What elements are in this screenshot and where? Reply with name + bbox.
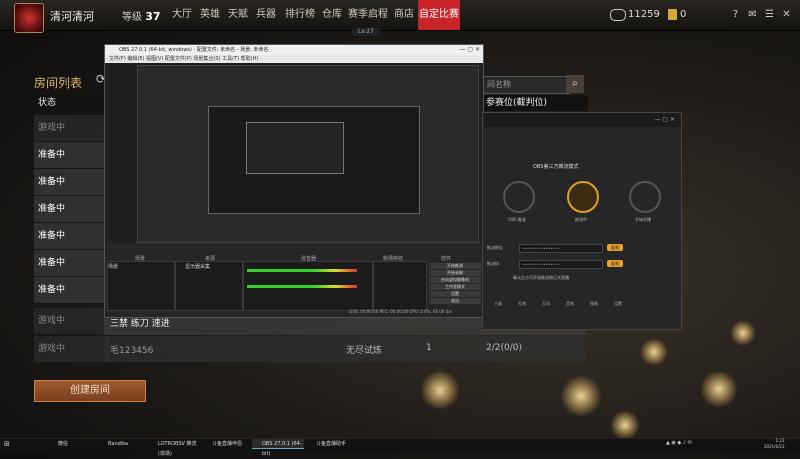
status-column-header: 状态 xyxy=(34,95,110,111)
obs-window-controls[interactable]: — ▢ ✕ xyxy=(459,46,480,53)
nested-preview xyxy=(246,122,344,174)
coin-count: 11259 xyxy=(628,9,660,20)
studio-mode-button[interactable]: 工作室模式 xyxy=(429,284,481,290)
assistant-note: 确认后方可开始推流和正式直播 xyxy=(513,275,569,280)
room-slots: 2/2(0/0) xyxy=(486,343,522,353)
nav-season[interactable]: 赛季启程 xyxy=(348,0,388,30)
system-tray[interactable]: ▲ ◉ ◆ ♪ ✉ xyxy=(666,440,692,446)
username: 清河清河 xyxy=(50,10,94,23)
nav-storage[interactable]: 仓库 xyxy=(320,0,344,30)
start-recording-button[interactable]: 开始录制 xyxy=(429,270,481,276)
gem-count: 0 xyxy=(680,9,687,20)
room-status[interactable]: 准备中 xyxy=(34,142,110,168)
taskbar-app[interactable]: 斗鱼直播伴侣 xyxy=(202,439,250,449)
nav-custom-match[interactable]: 自定比赛 xyxy=(418,0,460,30)
help-icon[interactable]: ? xyxy=(730,10,741,20)
windows-start-icon[interactable]: ⊞ xyxy=(4,440,10,448)
room-search-input[interactable]: 间名称 xyxy=(482,76,570,94)
obs-menu-bar[interactable]: 文件(F) 编辑(E) 视图(V) 配置文件(P) 场景集合(S) 工具(T) … xyxy=(105,55,483,63)
controls-panel-header: 控件 xyxy=(441,256,452,262)
taskbar-clock[interactable]: 1:22 2021/6/23 xyxy=(764,438,785,450)
room-mode: 无尽试炼 xyxy=(346,346,383,356)
copy-key-button[interactable]: 复制 xyxy=(607,260,623,267)
scene-item[interactable]: 场景 xyxy=(108,263,118,270)
room-status[interactable]: 准备中 xyxy=(34,196,110,222)
nav-talents[interactable]: 天赋 xyxy=(226,0,250,30)
exit-button[interactable]: 退出 xyxy=(429,298,481,304)
bokeh-light xyxy=(610,410,640,440)
obs-status-bar: LIVE: 00:00:00 REC: 00:00:00 CPU: 2.4%, … xyxy=(349,309,452,314)
stream-url-field[interactable]: •••••••••••••••• xyxy=(519,244,603,253)
mail-icon[interactable]: ✉ xyxy=(747,10,758,20)
start-streaming-button[interactable]: 开始推流 xyxy=(429,263,481,269)
room-player-count: 1 xyxy=(426,343,432,353)
nav-heroes[interactable]: 英雄 xyxy=(198,0,222,30)
taskbar-app[interactable]: OBS 27.0.1 (64-bit) xyxy=(252,439,304,457)
sub-level-badge: Lv.27 xyxy=(352,28,380,36)
room-status[interactable]: 准备中 xyxy=(34,277,110,303)
stream-url-label: 推流地址 xyxy=(487,245,503,250)
room-status[interactable]: 游戏中 xyxy=(34,336,110,362)
window-controls[interactable]: — ▢ ✕ xyxy=(654,116,675,123)
room-status[interactable]: 游戏中 xyxy=(34,115,110,141)
room-status[interactable]: 游戏中 xyxy=(34,308,110,334)
virtual-camera-button[interactable]: 启动虚拟摄像机 xyxy=(429,277,481,283)
nav-lobby[interactable]: 大厅 xyxy=(170,0,194,30)
tool-button[interactable]: 镜像 xyxy=(583,301,605,315)
room-status[interactable]: 准备中 xyxy=(34,169,110,195)
menu-icon[interactable]: ☰ xyxy=(764,10,775,20)
room-status[interactable]: 准备中 xyxy=(34,223,110,249)
audio-meter xyxy=(247,269,357,272)
obs-preview xyxy=(137,65,479,243)
taskbar-app[interactable]: 微信 xyxy=(48,439,96,449)
step-circle[interactable] xyxy=(629,181,661,213)
bokeh-light xyxy=(640,338,668,366)
stream-key-field[interactable]: •••••••••••••••• xyxy=(519,260,603,269)
taskbar-app[interactable]: LOTROBSV 推流 (现场) xyxy=(148,439,200,457)
bokeh-light xyxy=(730,320,756,346)
settings-button[interactable]: 设置 xyxy=(429,291,481,297)
player-level: 等级 37 xyxy=(122,10,161,23)
audio-meter xyxy=(247,285,357,288)
tool-button[interactable]: 设置 xyxy=(607,301,629,315)
taskbar-app[interactable]: Bandika xyxy=(98,439,146,449)
tool-button[interactable]: 礼物 xyxy=(511,301,533,315)
room-name: 毛123456 xyxy=(110,346,154,356)
obs-title-bar: OBS 27.0.1 (64-bit, windows) - 配置文件: 未命名… xyxy=(105,45,483,55)
obs-window[interactable]: OBS 27.0.1 (64-bit, windows) - 配置文件: 未命名… xyxy=(104,44,484,318)
stream-key-label: 推流码 xyxy=(487,261,499,266)
step-circle[interactable] xyxy=(567,181,599,213)
avatar[interactable] xyxy=(14,3,44,33)
bokeh-light xyxy=(420,370,460,410)
create-room-button[interactable]: 创建房间 xyxy=(34,380,146,402)
transitions-panel[interactable] xyxy=(373,261,427,311)
clock-date: 2021/6/23 xyxy=(764,444,785,449)
close-icon[interactable]: ✕ xyxy=(781,10,792,20)
gem-icon xyxy=(668,9,677,20)
step-label: OBS 推流 xyxy=(508,217,526,222)
coin-icon xyxy=(610,9,626,21)
step-circle[interactable] xyxy=(503,181,535,213)
mode-title: OBS第三方推流模式 xyxy=(533,164,579,170)
room-status[interactable]: 准备中 xyxy=(34,250,110,276)
room-list-title: 房间列表 xyxy=(34,76,83,90)
step-label: 开始开播 xyxy=(635,217,651,222)
source-item[interactable]: 显示器采集 xyxy=(185,263,210,270)
bokeh-light xyxy=(560,375,602,417)
tool-button[interactable]: 互动 xyxy=(535,301,557,315)
tool-button[interactable]: 音效 xyxy=(559,301,581,315)
table-row[interactable]: 毛123456 无尽试炼 1 2/2(0/0) xyxy=(104,336,586,362)
nav-shop[interactable]: 商店 xyxy=(392,0,416,30)
nav-weapons[interactable]: 兵器 xyxy=(254,0,278,30)
assistant-title-bar xyxy=(483,113,681,127)
tool-button[interactable]: 工具 xyxy=(487,301,509,315)
bokeh-light xyxy=(700,370,738,408)
search-icon[interactable]: ⌕ xyxy=(566,75,584,93)
nav-leaderboard[interactable]: 排行榜 xyxy=(284,0,316,30)
stream-assistant-window[interactable]: — ▢ ✕ OBS第三方推流模式 OBS 推流 推流中 开始开播 推流地址 ••… xyxy=(482,112,682,330)
taskbar-app[interactable]: 斗鱼直播助手 xyxy=(306,439,354,449)
step-label: 推流中 xyxy=(575,217,587,222)
ranked-column-header: 参赛位(截判位) xyxy=(482,95,588,111)
copy-url-button[interactable]: 复制 xyxy=(607,244,623,251)
